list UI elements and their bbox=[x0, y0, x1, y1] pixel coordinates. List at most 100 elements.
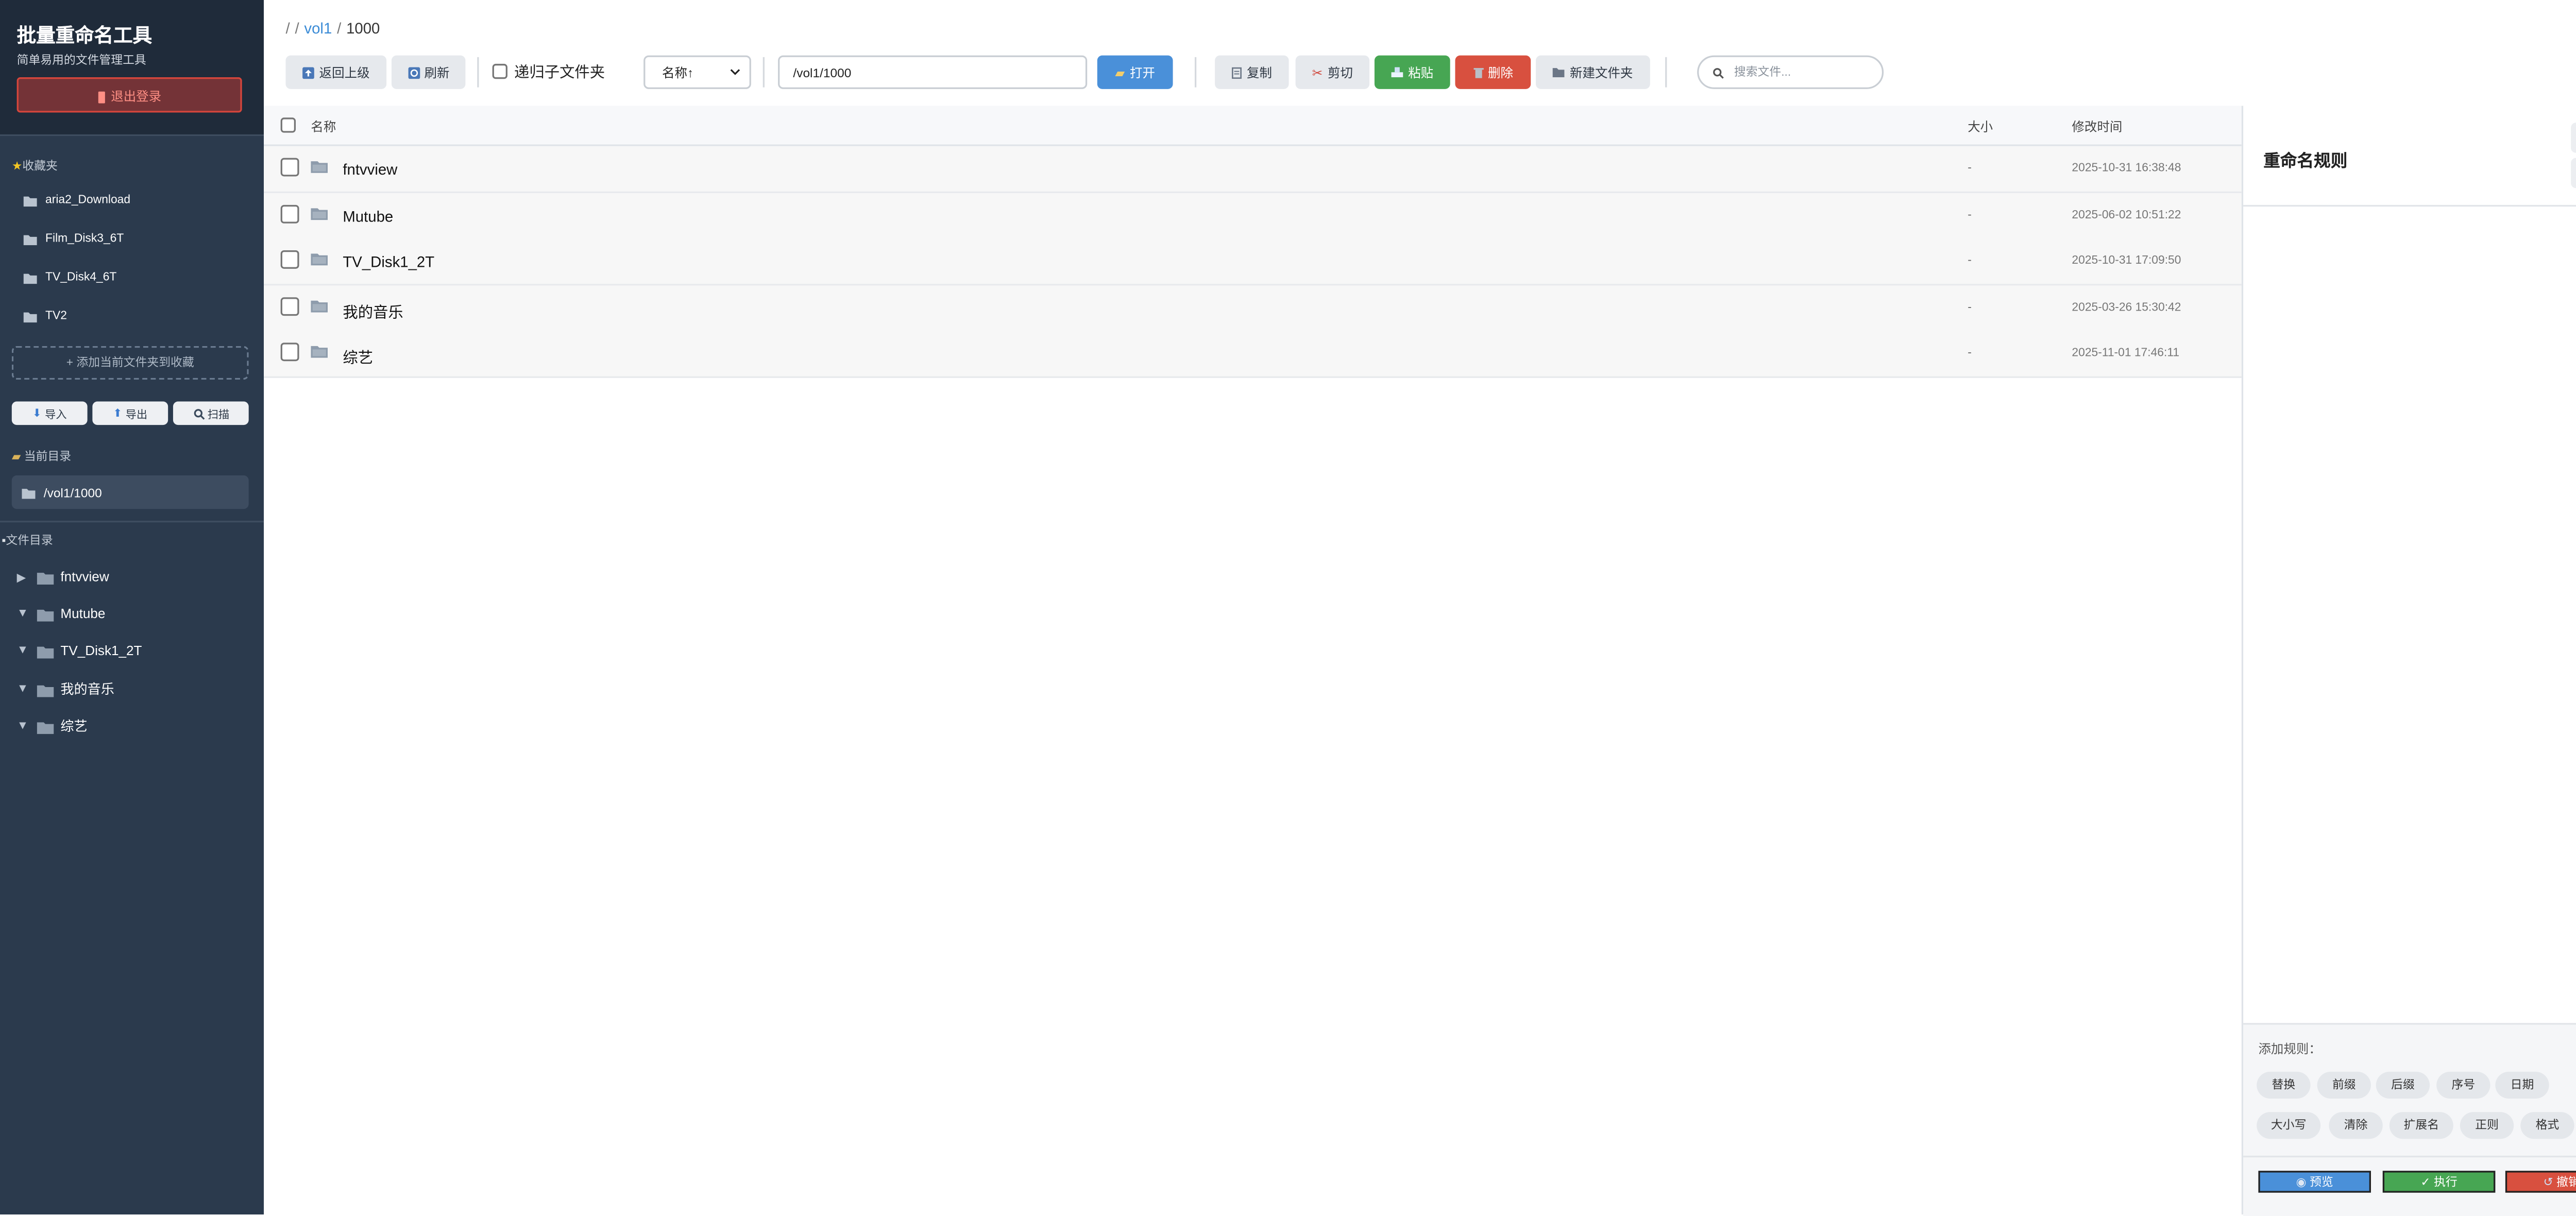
header-size[interactable]: 大小 bbox=[1968, 117, 1993, 136]
tree-item[interactable]: ▼ 综艺 bbox=[17, 717, 88, 736]
tree-item[interactable]: ▶ fntvview bbox=[17, 570, 109, 585]
favorites-title: ★收藏夹 bbox=[11, 161, 58, 173]
rule-chip-format[interactable]: 格式 bbox=[2520, 1112, 2574, 1139]
current-dir-item[interactable]: /vol1/1000 bbox=[11, 475, 249, 509]
triangle-right-icon[interactable]: ▶ bbox=[17, 570, 30, 584]
delete-button[interactable]: 删除 bbox=[1455, 55, 1531, 89]
rule-chip-extension[interactable]: 扩展名 bbox=[2389, 1112, 2453, 1139]
row-checkbox[interactable] bbox=[280, 342, 299, 362]
folder-icon bbox=[22, 486, 36, 499]
folder-icon bbox=[37, 607, 54, 621]
file-name: 综艺 bbox=[343, 349, 374, 367]
folder-icon bbox=[23, 233, 37, 246]
breadcrumb: / / vol1/1000 bbox=[285, 20, 380, 37]
row-checkbox[interactable] bbox=[280, 158, 299, 177]
folder-icon bbox=[311, 160, 328, 173]
search-input[interactable]: 搜索文件... bbox=[1697, 55, 1884, 89]
open-folder-icon: ▰ bbox=[1115, 64, 1125, 80]
sort-select[interactable]: 名称↑ bbox=[643, 55, 751, 89]
rule-chip-regex[interactable]: 正则 bbox=[2460, 1112, 2514, 1139]
add-favorite-button[interactable]: + 添加当前文件夹到收藏 bbox=[11, 346, 249, 380]
table-row[interactable]: 我的音乐 - 2025-03-26 15:30:42 bbox=[264, 285, 2242, 333]
table-row[interactable]: TV_Disk1_2T - 2025-10-31 17:09:50 bbox=[264, 238, 2242, 286]
triangle-down-icon[interactable]: ▼ bbox=[17, 721, 30, 732]
file-name: TV_Disk1_2T bbox=[343, 253, 435, 271]
breadcrumb-root[interactable]: / bbox=[285, 20, 290, 37]
file-name: fntvview bbox=[343, 161, 398, 178]
folder-icon bbox=[23, 311, 37, 323]
breadcrumb-vol1[interactable]: vol1 bbox=[304, 20, 332, 37]
main-area: / / vol1/1000 返回上级 刷新 递归子文件夹 名称↑ /vol1/1… bbox=[264, 0, 2576, 1216]
tree-item[interactable]: ▼ Mutube bbox=[17, 606, 106, 621]
select-all-checkbox[interactable] bbox=[280, 117, 296, 133]
rule-chip-date[interactable]: 日期 bbox=[2495, 1071, 2549, 1099]
open-button[interactable]: ▰ 打开 bbox=[1097, 55, 1173, 89]
undo-button[interactable]: ↺撤销 bbox=[2505, 1171, 2576, 1193]
rule-chip-replace[interactable]: 替换 bbox=[2257, 1071, 2311, 1099]
table-header: 名称 大小 修改时间 bbox=[264, 106, 2242, 146]
rule-chip-clear[interactable]: 清除 bbox=[2329, 1112, 2383, 1139]
import-button[interactable]: ⬇ 导入 bbox=[11, 401, 88, 425]
back-icon bbox=[302, 66, 314, 78]
cut-button[interactable]: ✂ 剪切 bbox=[1295, 55, 1370, 89]
execute-button[interactable]: ✓ 执行 bbox=[2382, 1171, 2496, 1193]
table-row[interactable]: fntvview - 2025-10-31 16:38:48 bbox=[264, 146, 2242, 194]
chevron-down-icon bbox=[729, 65, 741, 77]
favorite-item[interactable]: Film_Disk3_6T bbox=[23, 233, 124, 246]
copy-button[interactable]: 复制 bbox=[1215, 55, 1289, 89]
table-row[interactable]: Mutube - 2025-06-02 10:51:22 bbox=[264, 193, 2242, 241]
file-modified: 2025-06-02 10:51:22 bbox=[2072, 210, 2181, 222]
row-checkbox[interactable] bbox=[280, 297, 299, 316]
triangle-down-icon[interactable]: ▼ bbox=[17, 683, 30, 695]
undo-icon: ↺ bbox=[2543, 1176, 2553, 1189]
export-button[interactable]: ⬆ 导出 bbox=[92, 401, 168, 425]
tree-item[interactable]: ▼ 我的音乐 bbox=[17, 680, 114, 699]
search-icon bbox=[1712, 66, 1724, 78]
tree-title: ▪文件目录 bbox=[2, 536, 53, 548]
file-size: - bbox=[1968, 255, 1972, 267]
folder-icon bbox=[311, 299, 328, 313]
back-button[interactable]: 返回上级 bbox=[285, 55, 387, 89]
folder-icon bbox=[37, 720, 54, 733]
sidebar-header: 批量重命名工具 简单易用的文件管理工具 退出登录 bbox=[0, 0, 264, 136]
trash-icon bbox=[1472, 66, 1483, 78]
import-icon: ⬇ bbox=[32, 408, 42, 420]
refresh-icon bbox=[407, 66, 419, 78]
triangle-down-icon[interactable]: ▼ bbox=[17, 645, 30, 657]
table-row[interactable]: 综艺 - 2025-11-01 17:46:11 bbox=[264, 331, 2242, 378]
paste-icon bbox=[1391, 67, 1403, 78]
preview-button[interactable]: ◉ 预览 bbox=[2258, 1171, 2371, 1193]
header-name[interactable]: 名称 bbox=[311, 117, 336, 136]
favorite-item[interactable]: TV_Disk4_6T bbox=[23, 272, 116, 284]
file-size: - bbox=[1968, 348, 1972, 359]
file-name: Mutube bbox=[343, 208, 394, 226]
toolbar-divider bbox=[1194, 57, 1197, 88]
favorite-item[interactable]: aria2_Download bbox=[23, 195, 130, 207]
rules-clear-button[interactable] bbox=[2571, 158, 2576, 189]
logout-icon bbox=[97, 91, 106, 104]
rule-chip-suffix[interactable]: 后缀 bbox=[2376, 1071, 2430, 1099]
favorite-item[interactable]: TV2 bbox=[23, 311, 67, 323]
rule-chip-sequence[interactable]: 序号 bbox=[2436, 1071, 2490, 1099]
scan-button[interactable]: 扫描 bbox=[173, 401, 249, 425]
recursive-checkbox[interactable] bbox=[492, 63, 507, 79]
triangle-down-icon[interactable]: ▼ bbox=[17, 608, 30, 620]
path-input[interactable]: /vol1/1000 bbox=[778, 55, 1088, 89]
rule-chip-prefix[interactable]: 前缀 bbox=[2317, 1071, 2371, 1099]
rule-chip-case[interactable]: 大小写 bbox=[2257, 1112, 2321, 1139]
paste-button[interactable]: 粘贴 bbox=[1374, 55, 1450, 89]
recursive-toggle[interactable]: 递归子文件夹 bbox=[492, 60, 605, 82]
tree-item[interactable]: ▼ TV_Disk1_2T bbox=[17, 643, 142, 658]
new-folder-button[interactable]: 新建文件夹 bbox=[1536, 55, 1650, 89]
logout-button[interactable]: 退出登录 bbox=[16, 77, 242, 113]
row-checkbox[interactable] bbox=[280, 250, 299, 269]
file-size: - bbox=[1968, 302, 1972, 314]
file-name: 我的音乐 bbox=[343, 304, 403, 321]
header-modified[interactable]: 修改时间 bbox=[2072, 117, 2122, 136]
rules-toolbox: 添加规则： 替换 前缀 后缀 序号 日期 大小写 清除 扩展名 正则 格式 ◉ 预… bbox=[2243, 1023, 2576, 1216]
folder-icon bbox=[37, 570, 54, 584]
row-checkbox[interactable] bbox=[280, 204, 299, 224]
search-placeholder: 搜索文件... bbox=[1734, 67, 1791, 79]
rules-settings-button[interactable] bbox=[2571, 123, 2576, 153]
refresh-button[interactable]: 刷新 bbox=[391, 55, 466, 89]
